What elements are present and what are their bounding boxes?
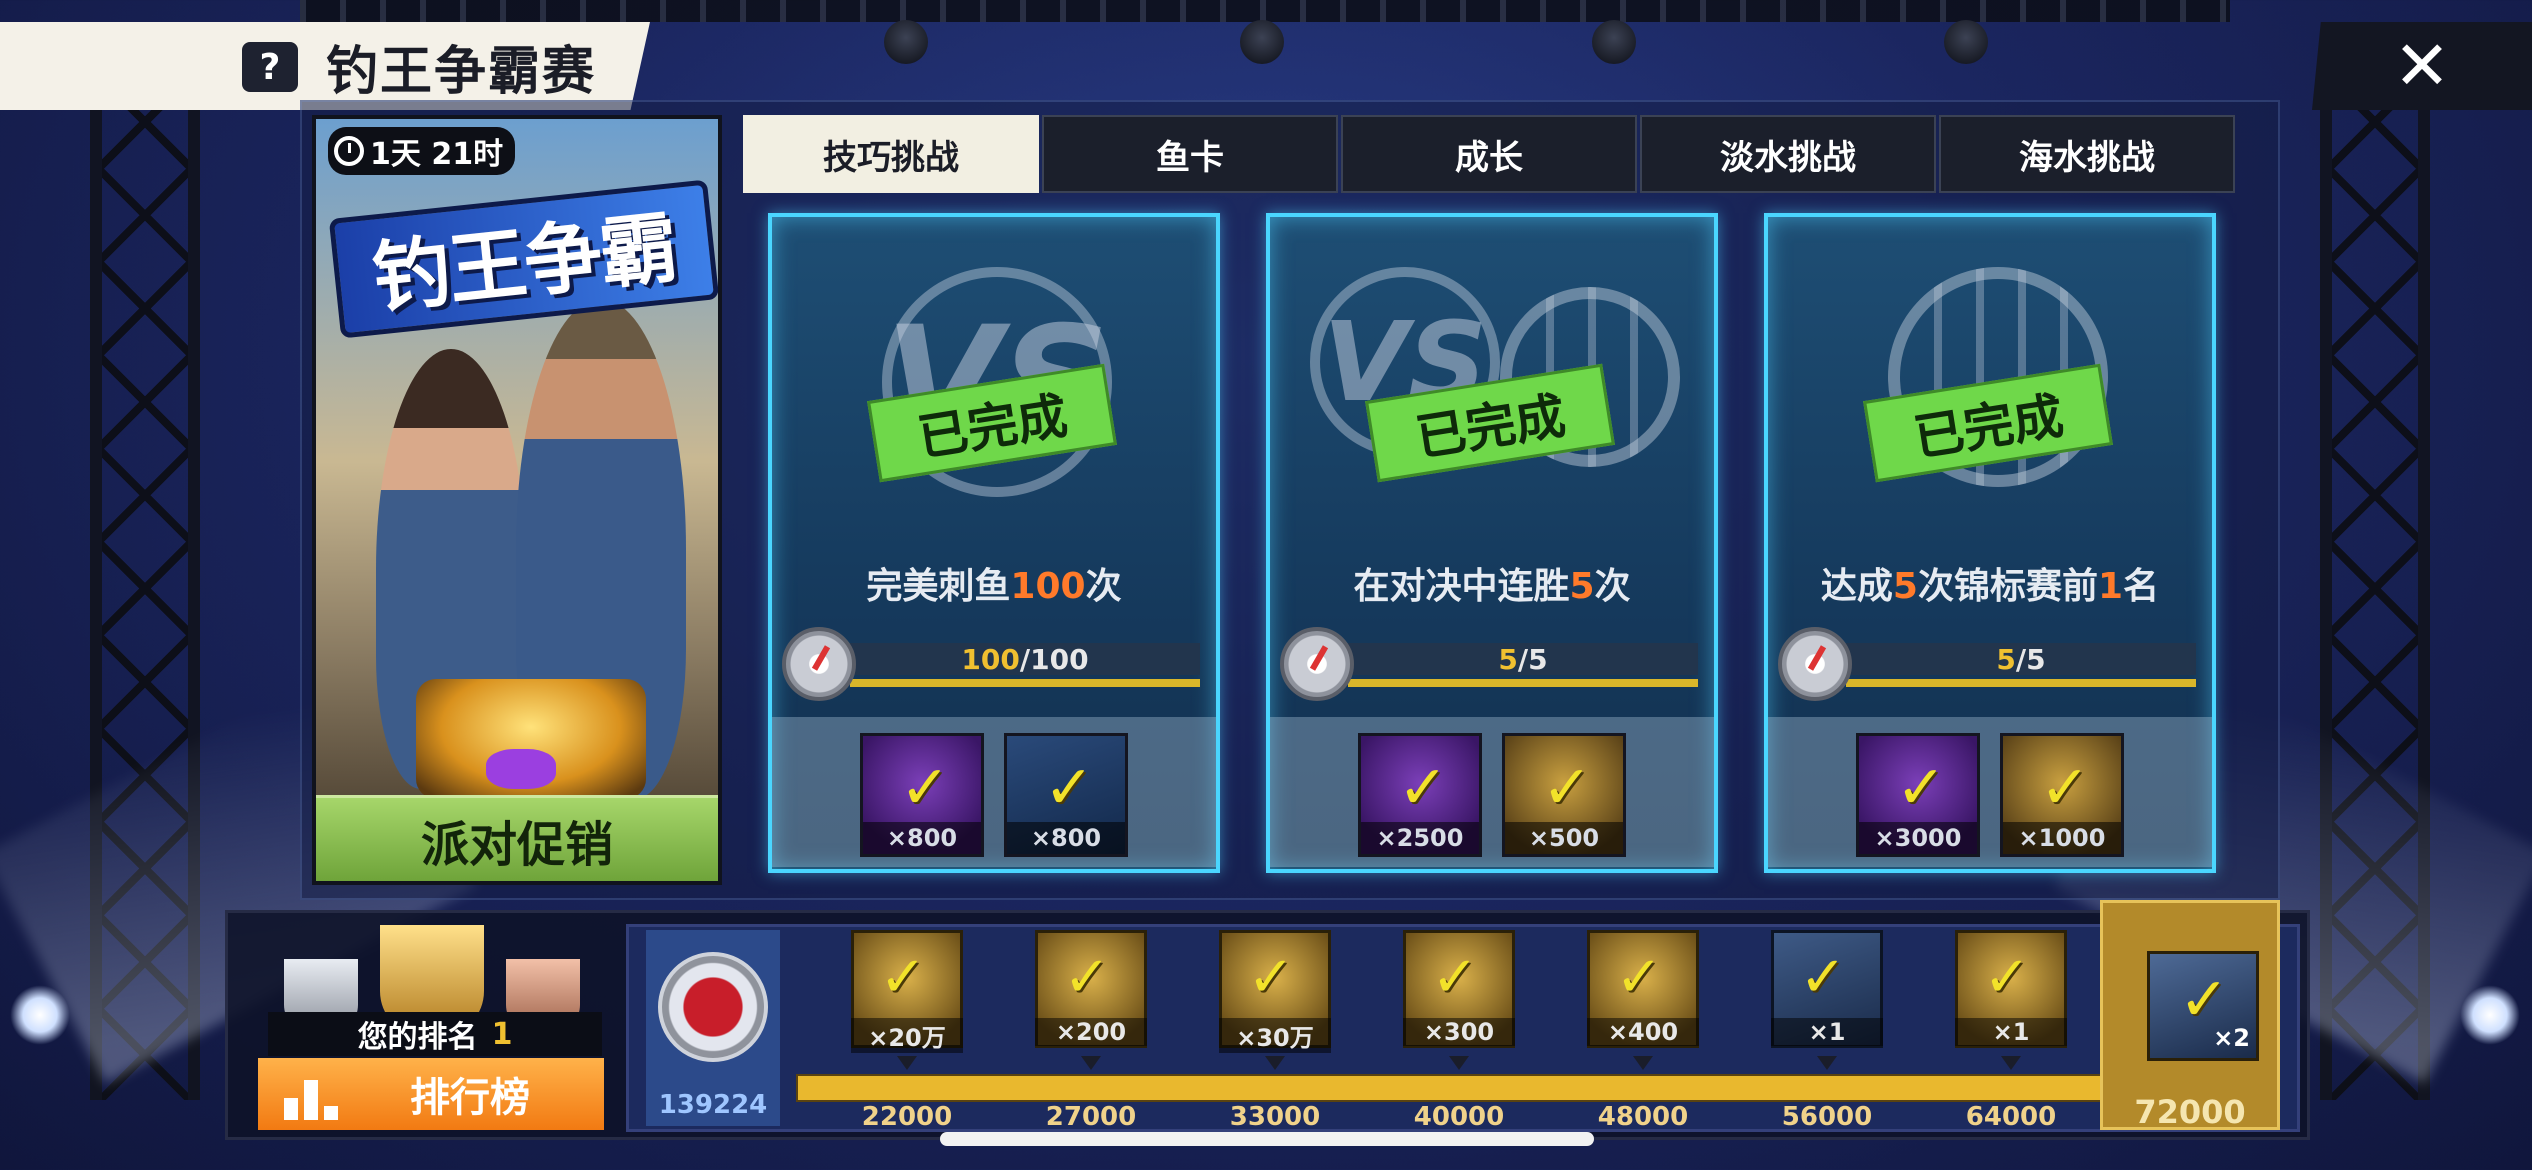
task-progress: 5/5 — [1280, 627, 1700, 701]
promo-timer: 1天 21时 — [328, 127, 516, 175]
progress-total: /5 — [1517, 642, 1548, 676]
home-indicator[interactable] — [940, 1132, 1594, 1146]
stage-spotlight — [1592, 20, 1636, 64]
reward-item[interactable]: ✓ ×2500 — [1358, 733, 1482, 857]
promo-banner[interactable]: 钓王争霸 1天 21时 派对促销 — [312, 115, 722, 885]
milestone-reward[interactable]: ✓ ×400 48000 — [1581, 930, 1705, 1132]
check-icon: ✓ — [1043, 753, 1095, 823]
progress-current: 5 — [1996, 642, 2016, 676]
stage-lamp — [2460, 985, 2520, 1045]
check-icon: ✓ — [1541, 753, 1593, 823]
check-icon: ✓ — [1615, 945, 1663, 1010]
check-icon: ✓ — [1397, 753, 1449, 823]
close-button[interactable]: ✕ — [2312, 22, 2532, 110]
check-icon: ✓ — [2039, 753, 2091, 823]
tab-skill-challenge[interactable]: 技巧挑战 — [743, 115, 1039, 193]
reward-list: ✓ ×2500 ✓ ×500 — [1270, 717, 1714, 867]
close-icon: ✕ — [2393, 26, 2451, 106]
check-icon: ✓ — [879, 945, 927, 1010]
progress-fill — [850, 679, 1200, 687]
check-icon: ✓ — [1063, 945, 1111, 1010]
gauge-icon — [782, 627, 856, 701]
milestone-reward[interactable]: ✓ ×1 56000 — [1765, 930, 1889, 1132]
progress-total: /100 — [1019, 642, 1089, 676]
task-progress: 100/100 — [782, 627, 1202, 701]
reward-list: ✓ ×800 ✓ ×800 — [772, 717, 1216, 867]
timer-text: 1天 21时 — [370, 137, 504, 172]
task-progress: 5/5 — [1778, 627, 2198, 701]
final-milestone-reward[interactable]: ✓ ×2 72000 — [2100, 900, 2280, 1131]
reward-item[interactable]: ✓ ×3000 — [1856, 733, 1980, 857]
stage-truss-top — [300, 0, 2230, 22]
reward-item[interactable]: ✓ ×800 — [1004, 733, 1128, 857]
question-icon[interactable]: ? — [242, 42, 298, 92]
stage-spotlight — [884, 20, 928, 64]
gem-icon — [486, 749, 556, 789]
progress-fill — [1846, 679, 2196, 687]
stage-lamp — [10, 985, 70, 1045]
check-icon: ✓ — [899, 753, 951, 823]
podium-icon — [284, 1068, 340, 1120]
score-value: 139224 — [658, 1090, 768, 1120]
promo-logo: 钓王争霸 — [328, 179, 718, 339]
progress-total: /5 — [2015, 642, 2046, 676]
rank-value: 1 — [491, 1016, 513, 1052]
progress-current: 100 — [961, 642, 1020, 676]
check-icon: ✓ — [1799, 945, 1847, 1010]
score-box: 139224 — [646, 930, 780, 1126]
challenge-card[interactable]: 已完成 达成5次锦标赛前1名 5/5 ✓ ×3000 ✓ ×1000 — [1764, 213, 2216, 873]
task-description: 达成5次锦标赛前1名 — [1820, 566, 2160, 607]
party-sale-button[interactable]: 派对促销 — [316, 795, 718, 881]
tab-saltwater-challenge[interactable]: 海水挑战 — [1939, 115, 2235, 193]
tab-bar: 技巧挑战 鱼卡 成长 淡水挑战 海水挑战 — [743, 115, 2238, 193]
clock-icon — [334, 136, 364, 166]
task-description: 完美刺鱼100次 — [866, 566, 1122, 607]
reward-item[interactable]: ✓ ×800 — [860, 733, 984, 857]
milestone-reward[interactable]: ✓ ×30万 33000 — [1213, 930, 1337, 1132]
title-bar: ? 钓王争霸赛 — [0, 22, 650, 110]
page-title: 钓王争霸赛 — [326, 41, 597, 102]
reward-list: ✓ ×3000 ✓ ×1000 — [1768, 717, 2212, 867]
medal-icon — [658, 952, 768, 1062]
tab-growth[interactable]: 成长 — [1341, 115, 1637, 193]
milestone-reward[interactable]: ✓ ×200 27000 — [1029, 930, 1153, 1132]
tab-fish-card[interactable]: 鱼卡 — [1042, 115, 1338, 193]
progress-current: 5 — [1498, 642, 1518, 676]
stage-spotlight — [1240, 20, 1284, 64]
check-icon: ✓ — [2178, 965, 2230, 1035]
gauge-icon — [1280, 627, 1354, 701]
milestone-reward[interactable]: ✓ ×1 64000 — [1949, 930, 2073, 1132]
milestone-reward[interactable]: ✓ ×20万 22000 — [845, 930, 969, 1132]
task-description: 在对决中连胜5次 — [1353, 566, 1631, 607]
challenge-card[interactable]: VS 已完成 完美刺鱼100次 100/100 ✓×800 ✓×800 — [768, 213, 1220, 873]
tab-freshwater-challenge[interactable]: 淡水挑战 — [1640, 115, 1936, 193]
check-icon: ✓ — [1247, 945, 1295, 1010]
milestone-reward[interactable]: ✓ ×300 40000 — [1397, 930, 1521, 1132]
check-icon: ✓ — [1431, 945, 1479, 1010]
progress-fill — [1348, 679, 1698, 687]
check-icon: ✓ — [1895, 753, 1947, 823]
stage-spotlight — [1944, 20, 1988, 64]
my-rank: 您的排名 1 — [268, 1012, 602, 1056]
reward-item[interactable]: ✓ ×500 — [1502, 733, 1626, 857]
gauge-icon — [1778, 627, 1852, 701]
check-icon: ✓ — [1983, 945, 2031, 1010]
leaderboard-button[interactable]: 排行榜 — [258, 1058, 604, 1130]
reward-item[interactable]: ✓ ×1000 — [2000, 733, 2124, 857]
challenge-card[interactable]: VS 已完成 在对决中连胜5次 5/5 ✓ ×2500 ✓ ×500 — [1266, 213, 1718, 873]
